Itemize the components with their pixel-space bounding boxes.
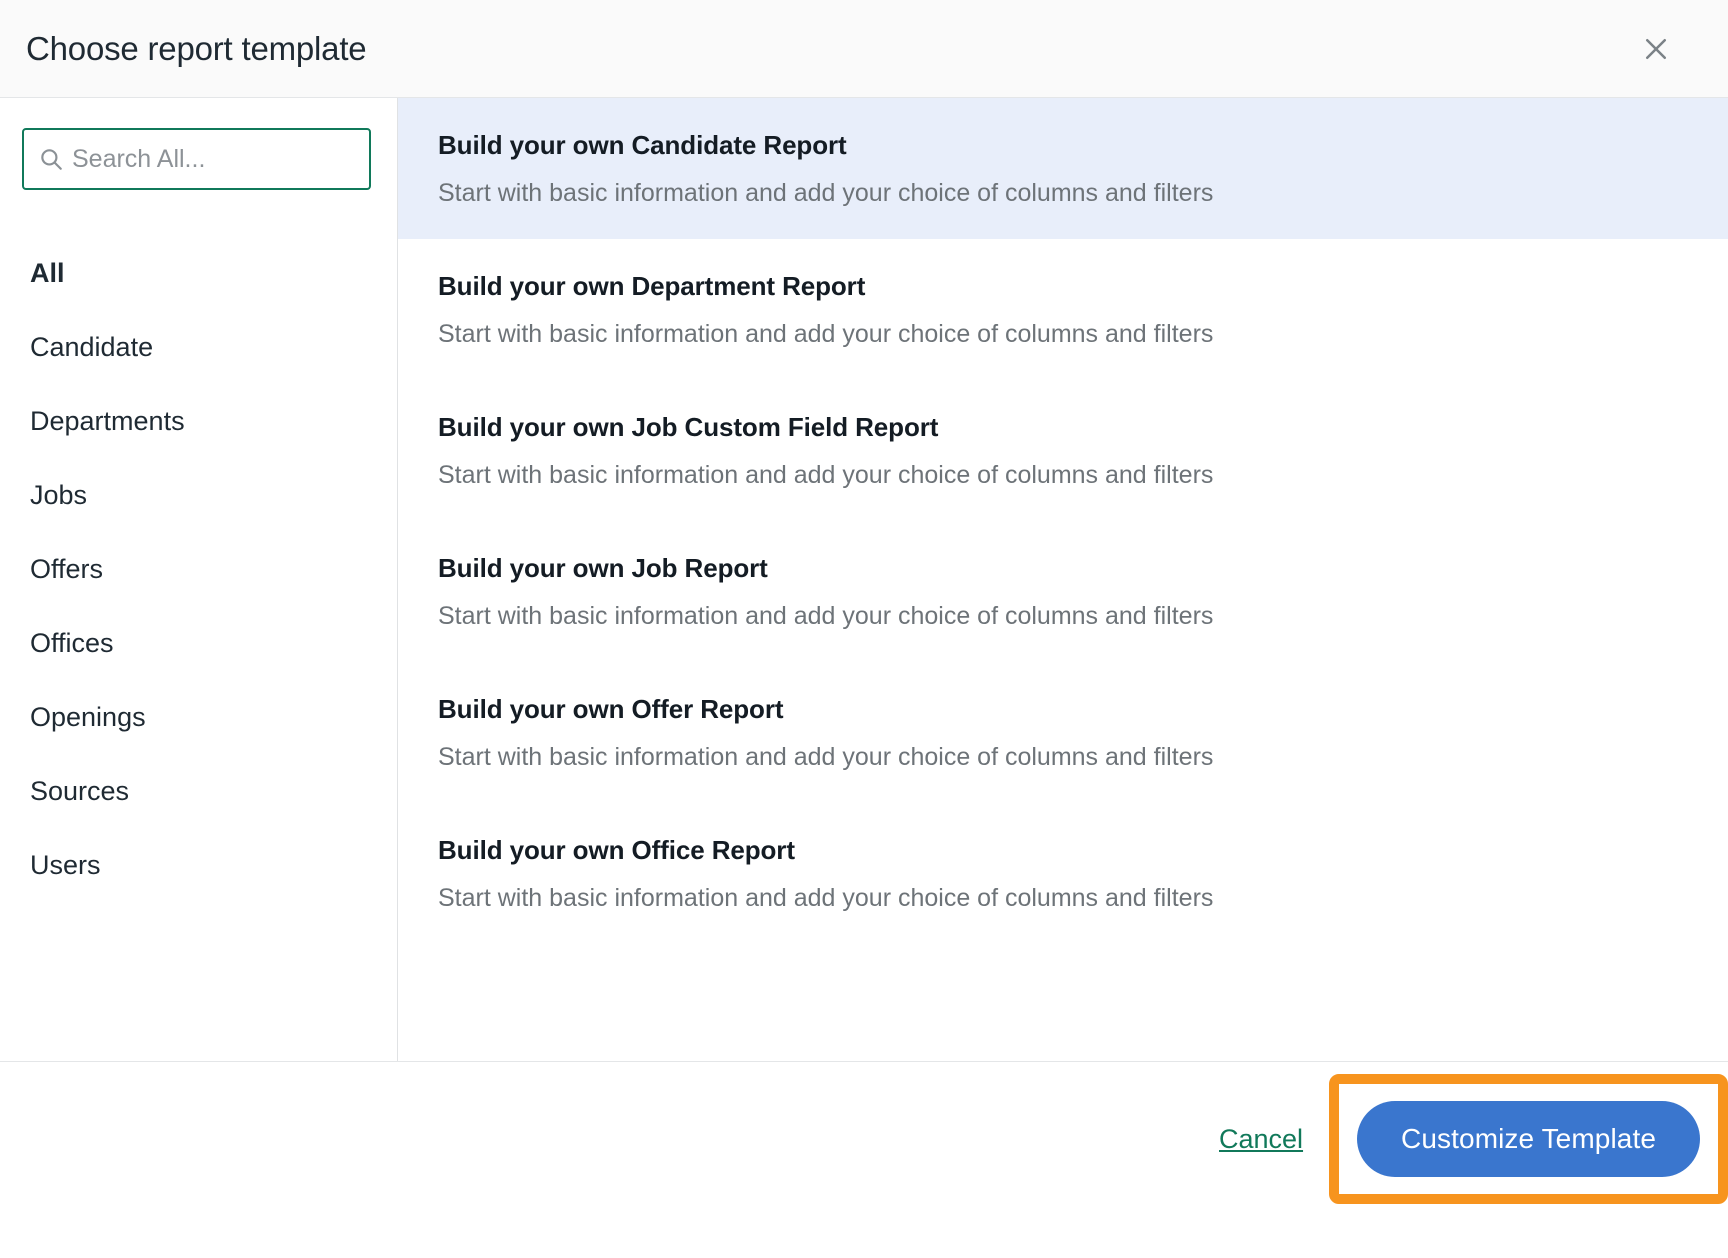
sidebar-item-label: Offers [30, 553, 104, 584]
sidebar-item-label: Jobs [30, 479, 88, 510]
sidebar-item-jobs[interactable]: Jobs [0, 458, 397, 532]
sidebar-item-offers[interactable]: Offers [0, 532, 397, 606]
list-item[interactable]: Build your own Candidate Report Start wi… [398, 98, 1728, 239]
list-item[interactable]: Build your own Job Report Start with bas… [398, 521, 1728, 662]
sidebar-item-all[interactable]: All [0, 236, 397, 310]
sidebar-item-sources[interactable]: Sources [0, 754, 397, 828]
list-item[interactable]: Build your own Department Report Start w… [398, 239, 1728, 380]
sidebar-item-departments[interactable]: Departments [0, 384, 397, 458]
close-icon[interactable] [1632, 25, 1680, 73]
search-icon [38, 146, 64, 172]
template-description: Start with basic information and add you… [438, 743, 1214, 772]
sidebar-item-candidate[interactable]: Candidate [0, 310, 397, 384]
list-item[interactable]: Build your own Office Report Start with … [398, 803, 1728, 944]
sidebar-item-users[interactable]: Users [0, 828, 397, 902]
sidebar-item-label: Candidate [30, 331, 154, 362]
sidebar-item-label: Departments [30, 405, 185, 436]
choose-report-template-dialog: Choose report template Search All... All… [0, 0, 1728, 1258]
template-description: Start with basic information and add you… [438, 320, 1214, 349]
template-title: Build your own Office Report [438, 835, 795, 865]
cancel-button[interactable]: Cancel [1219, 1124, 1303, 1155]
page-title: Choose report template [26, 29, 367, 67]
sidebar-item-offices[interactable]: Offices [0, 606, 397, 680]
template-title: Build your own Job Report [438, 553, 768, 583]
template-title: Build your own Job Custom Field Report [438, 412, 939, 442]
footer-actions: Cancel Customize Template [1219, 1062, 1728, 1204]
template-title: Build your own Department Report [438, 271, 866, 301]
template-description: Start with basic information and add you… [438, 602, 1214, 631]
highlight-annotation: Customize Template [1329, 1074, 1728, 1204]
sidebar-item-label: Openings [30, 701, 146, 732]
sidebar-item-label: Sources [30, 775, 130, 806]
template-title: Build your own Candidate Report [438, 130, 847, 160]
list-item[interactable]: Build your own Offer Report Start with b… [398, 662, 1728, 803]
dialog-header: Choose report template [0, 0, 1728, 98]
category-sidebar: All Candidate Departments Jobs Offers Of… [0, 98, 398, 1061]
template-list: Build your own Candidate Report Start wi… [398, 98, 1728, 1061]
dialog-body: All Candidate Departments Jobs Offers Of… [0, 98, 1728, 1062]
list-item[interactable]: Build your own Job Custom Field Report S… [398, 380, 1728, 521]
search-input[interactable] [68, 130, 398, 188]
customize-template-button[interactable]: Customize Template [1357, 1101, 1700, 1177]
template-description: Start with basic information and add you… [438, 884, 1214, 913]
sidebar-item-label: All [30, 257, 65, 288]
template-description: Start with basic information and add you… [438, 461, 1214, 490]
sidebar-item-label: Users [30, 849, 101, 880]
search-container [22, 128, 398, 190]
sidebar-item-label: Offices [30, 627, 114, 658]
sidebar-item-openings[interactable]: Openings [0, 680, 397, 754]
category-list: All Candidate Departments Jobs Offers Of… [0, 236, 397, 902]
template-description: Start with basic information and add you… [438, 179, 1214, 208]
dialog-footer: Cancel Customize Template [0, 1062, 1728, 1258]
search-box[interactable] [22, 128, 398, 190]
template-title: Build your own Offer Report [438, 694, 784, 724]
